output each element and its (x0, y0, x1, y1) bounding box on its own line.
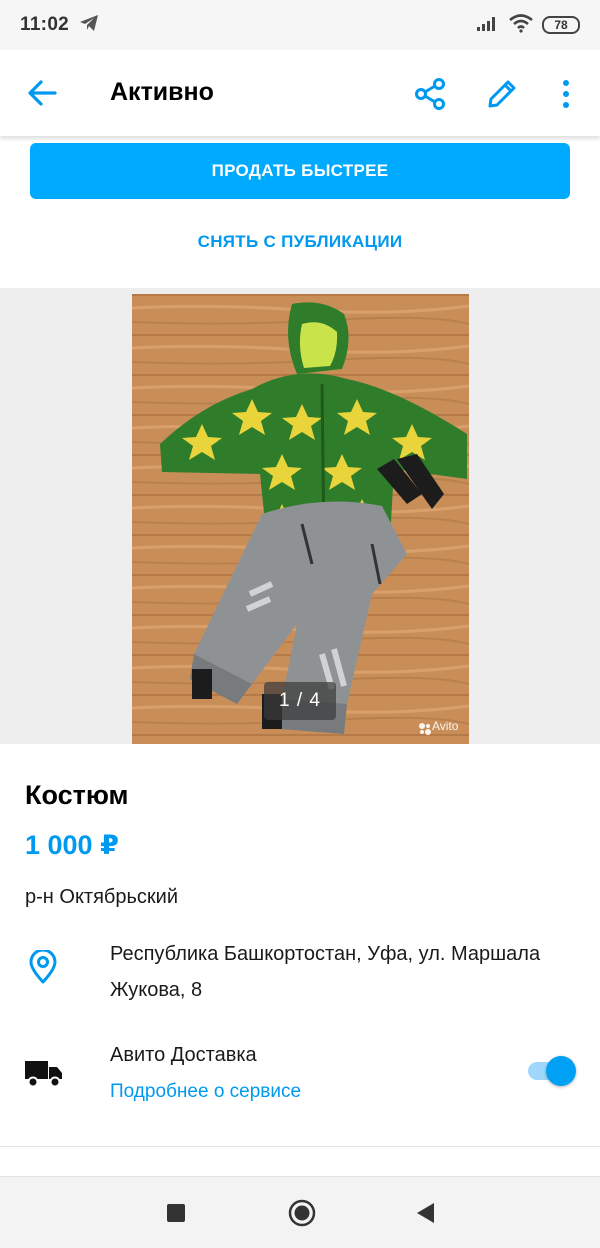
status-time: 11:02 (20, 14, 70, 35)
truck-icon (24, 1058, 64, 1088)
signal-icon (476, 14, 500, 37)
back-icon[interactable] (414, 1201, 436, 1225)
location-pin-icon (28, 948, 58, 984)
item-price: 1 000 ₽ (25, 830, 119, 860)
back-arrow-icon[interactable] (22, 76, 62, 110)
item-photo[interactable]: Avito (132, 294, 469, 744)
delivery-info-link[interactable]: Подробнее о сервисе (110, 1081, 301, 1103)
more-vert-icon[interactable] (552, 74, 580, 114)
share-icon[interactable] (410, 74, 450, 114)
status-right: 78 (476, 13, 580, 38)
recents-icon[interactable] (167, 1204, 185, 1222)
toolbar: Активно (0, 50, 600, 136)
status-bar: 11:02 78 (0, 0, 600, 50)
battery-icon: 78 (542, 16, 580, 34)
photo-gallery[interactable]: Avito 1 / 4 (0, 288, 600, 744)
home-icon[interactable] (288, 1199, 316, 1227)
delivery-toggle[interactable] (526, 1056, 578, 1086)
item-address: Республика Башкортостан, Уфа, ул. Маршал… (110, 943, 541, 1001)
avito-watermark: Avito (432, 719, 459, 733)
system-nav-bar (0, 1176, 600, 1248)
edit-icon[interactable] (482, 74, 522, 114)
item-district: р-н Октябрьский (25, 886, 178, 908)
photo-counter: 1 / 4 (264, 682, 336, 720)
delivery-title: Авито Доставка (110, 1044, 257, 1066)
divider (0, 1146, 600, 1147)
sell-faster-button[interactable]: ПРОДАТЬ БЫСТРЕЕ (30, 143, 570, 199)
toggle-knob (546, 1056, 576, 1086)
unpublish-button[interactable]: СНЯТЬ С ПУБЛИКАЦИИ (0, 222, 600, 262)
screen: 11:02 78 Активно ПРОДАТЬ БЫСТРЕЕ СНЯТЬ С… (0, 0, 600, 1248)
wifi-icon (508, 13, 534, 38)
page-title: Активно (110, 78, 214, 106)
item-title: Костюм (25, 780, 129, 810)
telegram-icon (79, 14, 99, 37)
status-left: 11:02 (20, 14, 99, 37)
